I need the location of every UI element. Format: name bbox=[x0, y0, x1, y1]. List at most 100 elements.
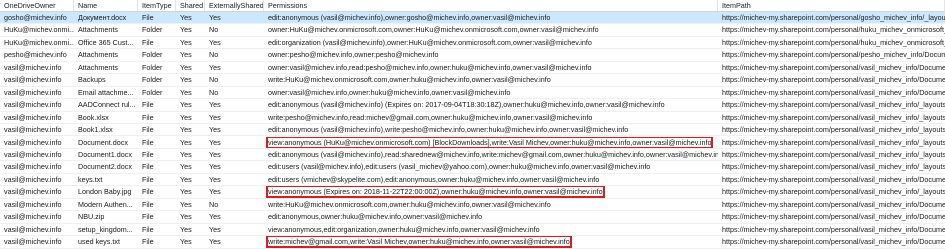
cell-externallyshared: Yes bbox=[209, 162, 221, 172]
cell-owner: HuKu@michev.onmi... bbox=[4, 25, 74, 35]
cell-itemtype: File bbox=[142, 149, 154, 159]
cell-itemtype: File bbox=[142, 237, 154, 247]
cell-itempath: https://michev-my.sharepoint.com/persona… bbox=[722, 224, 945, 234]
cell-shared: Yes bbox=[180, 62, 192, 72]
cell-itempath: https://michev-my.sharepoint.com/persona… bbox=[722, 137, 945, 147]
cell-itemtype: Folder bbox=[142, 87, 163, 97]
cell-permissions: edit:anonymous,owner:huku@michev.info,ow… bbox=[268, 212, 483, 222]
header-itempath[interactable]: ItemPath bbox=[718, 0, 945, 11]
cell-name: Backups bbox=[78, 75, 106, 85]
table-row[interactable]: vasil@michev.info used keys.txt File Yes Yes… bbox=[0, 236, 945, 249]
cell-shared: Yes bbox=[180, 112, 192, 122]
cell-permissions: edit:users (vasil@michev.info),edit:user… bbox=[268, 162, 651, 172]
header-owner[interactable]: OneDriveOwner bbox=[0, 0, 74, 11]
header-permissions[interactable]: Permissions bbox=[264, 0, 718, 11]
cell-owner: vasil@michev.info bbox=[4, 62, 62, 72]
table-row[interactable]: vasil@michev.info Document2.docx File Yes Ye… bbox=[0, 161, 945, 174]
table-row[interactable]: gosho@michev.info Документ.docx File Yes Yes… bbox=[0, 12, 945, 25]
cell-name: Book.xlsx bbox=[78, 112, 109, 122]
cell-owner: vasil@michev.info bbox=[4, 137, 62, 147]
cell-shared: Yes bbox=[180, 224, 192, 234]
cell-owner: vasil@michev.info bbox=[4, 75, 62, 85]
cell-itemtype: File bbox=[142, 199, 154, 209]
cell-owner: vasil@michev.info bbox=[4, 174, 62, 184]
cell-name: Attachments bbox=[78, 25, 118, 35]
table-row[interactable]: pesho@michev.info Attachments Folder Yes No o… bbox=[0, 49, 945, 62]
cell-shared: Yes bbox=[180, 125, 192, 135]
cell-shared: Yes bbox=[180, 13, 192, 22]
cell-permissions: view:anonymous (HuKu@michev.onmicrosoft.… bbox=[264, 136, 718, 148]
cell-name: Attachments bbox=[78, 62, 118, 72]
cell-externallyshared: Yes bbox=[209, 149, 221, 159]
cell-owner: pesho@michev.info bbox=[4, 50, 67, 60]
table-row[interactable]: vasil@michev.info Document.docx File Yes Yes… bbox=[0, 136, 945, 149]
cell-shared: Yes bbox=[180, 25, 192, 35]
cell-itempath: https://michev-my.sharepoint.com/persona… bbox=[722, 212, 945, 222]
table-row[interactable]: vasil@michev.info Document1.docx File Yes Ye… bbox=[0, 149, 945, 162]
table-row[interactable]: HuKu@michev.onmi... Attachments Folder Yes N… bbox=[0, 24, 945, 37]
cell-name: setup_kingdom... bbox=[78, 224, 133, 234]
cell-owner: vasil@michev.info bbox=[4, 162, 62, 172]
cell-name: Email attachme... bbox=[78, 87, 134, 97]
cell-permissions: write:HuKu@michev.onmicrosoft.com,owner:… bbox=[268, 199, 551, 209]
cell-owner: gosho@michev.info bbox=[4, 13, 67, 22]
header-shared[interactable]: Shared bbox=[176, 0, 205, 11]
cell-name: keys.txt bbox=[78, 174, 103, 184]
cell-externallyshared: No bbox=[209, 50, 219, 60]
table-row[interactable]: vasil@michev.info Modern Authen... File Yes… bbox=[0, 199, 945, 212]
header-name[interactable]: Name bbox=[74, 0, 138, 11]
cell-itempath: https://michev-my.sharepoint.com/persona… bbox=[722, 187, 945, 197]
cell-itempath: https://michev-my.sharepoint.com/persona… bbox=[722, 87, 945, 97]
cell-itempath: https://michev-my.sharepoint.com/persona… bbox=[722, 100, 945, 110]
cell-itempath: https://michev-my.sharepoint.com/persona… bbox=[722, 162, 945, 172]
cell-name: NBU.zip bbox=[78, 212, 105, 222]
cell-itempath: https://michev-my.sharepoint.com/persona… bbox=[722, 125, 945, 135]
cell-shared: Yes bbox=[180, 187, 192, 197]
cell-owner: vasil@michev.info bbox=[4, 87, 62, 97]
cell-externallyshared: Yes bbox=[209, 100, 221, 110]
cell-itemtype: Folder bbox=[142, 62, 163, 72]
cell-name: Book1.xlsx bbox=[78, 125, 113, 135]
table-row[interactable]: vasil@michev.info Backups Folder Yes No write… bbox=[0, 74, 945, 87]
cell-itempath: https://michev-my.sharepoint.com/persona… bbox=[722, 25, 945, 35]
table-row[interactable]: vasil@michev.info setup_kingdom... File Yes… bbox=[0, 224, 945, 237]
cell-permissions: write:michev@gmail.com,write:Vasil Miche… bbox=[264, 236, 718, 248]
cell-shared: Yes bbox=[180, 137, 192, 147]
cell-itemtype: File bbox=[142, 112, 154, 122]
cell-permissions: edit:users (vmichev@skypelite.com),edit:… bbox=[268, 174, 600, 184]
table-row[interactable]: vasil@michev.info Attachments Folder Yes Yes… bbox=[0, 62, 945, 75]
cell-itempath: https://michev-my.sharepoint.com/persona… bbox=[722, 237, 945, 247]
cell-permissions: owner:HuKu@michev.onmicrosoft.com,owner:… bbox=[268, 25, 599, 35]
cell-permissions: owner:vasil@michev.info,owner:huku@miche… bbox=[268, 87, 511, 97]
header-itemtype[interactable]: ItemType bbox=[138, 0, 176, 11]
table-row[interactable]: vasil@michev.info London Baby.jpg File Yes Y… bbox=[0, 186, 945, 199]
header-externallyshared[interactable]: ExternallyShared bbox=[205, 0, 264, 11]
cell-externallyshared: No bbox=[209, 199, 219, 209]
cell-externallyshared: No bbox=[209, 75, 219, 85]
cell-itemtype: Folder bbox=[142, 75, 163, 85]
cell-itemtype: File bbox=[142, 162, 154, 172]
table-row[interactable]: HuKu@michev.onmi... Office 365 Cust... Fil… bbox=[0, 37, 945, 50]
table-row[interactable]: vasil@michev.info NBU.zip File Yes Yes edit:a… bbox=[0, 211, 945, 224]
cell-permissions: view:anonymous,edit:organization,owner:h… bbox=[268, 224, 540, 234]
cell-shared: Yes bbox=[180, 212, 192, 222]
table-row[interactable]: vasil@michev.info Email attachme... Folder… bbox=[0, 87, 945, 100]
cell-externallyshared: Yes bbox=[209, 125, 221, 135]
cell-externallyshared: Yes bbox=[209, 212, 221, 222]
cell-owner: vasil@michev.info bbox=[4, 112, 62, 122]
cell-externallyshared: No bbox=[209, 25, 219, 35]
cell-owner: vasil@michev.info bbox=[4, 125, 62, 135]
cell-name: Document.docx bbox=[78, 137, 128, 147]
cell-permissions: view:anonymous (Expires on: 2018-11-22T2… bbox=[264, 186, 718, 198]
cell-itempath: https://michev-my.sharepoint.com/persona… bbox=[722, 75, 945, 85]
table-row[interactable]: vasil@michev.info AADConnect rul... File Ye… bbox=[0, 99, 945, 112]
cell-itemtype: File bbox=[142, 174, 154, 184]
cell-name: Документ.docx bbox=[78, 13, 127, 22]
table-row[interactable]: vasil@michev.info keys.txt File Yes Yes edit:… bbox=[0, 174, 945, 187]
cell-permissions: owner:vasil@michev.info,read:pesho@miche… bbox=[268, 62, 592, 72]
cell-shared: Yes bbox=[180, 174, 192, 184]
table-row[interactable]: vasil@michev.info Book.xlsx File Yes Yes writ… bbox=[0, 112, 945, 125]
cell-shared: Yes bbox=[180, 149, 192, 159]
cell-itempath: https://michev-my.sharepoint.com/persona… bbox=[722, 112, 945, 122]
table-row[interactable]: vasil@michev.info Book1.xlsx File Yes Yes edi… bbox=[0, 124, 945, 137]
